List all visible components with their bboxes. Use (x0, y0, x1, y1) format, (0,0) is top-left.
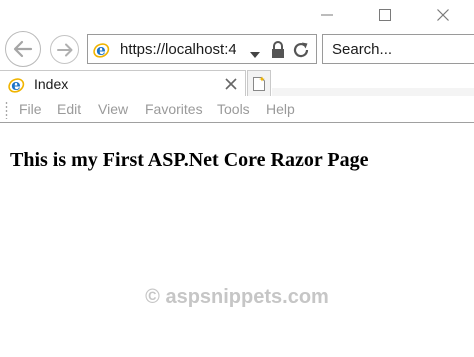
tab-title: Index (34, 76, 69, 92)
svg-text:e: e (96, 41, 106, 59)
address-dropdown-icon[interactable] (250, 46, 260, 64)
browser-window: e https://localhost:44 Search... e Index… (0, 0, 474, 357)
ie-logo-icon: e (92, 41, 110, 64)
back-button[interactable] (5, 31, 41, 67)
tab-strip-background (272, 88, 474, 96)
address-bar[interactable]: e https://localhost:44 (87, 34, 317, 64)
navigation-bar: e https://localhost:44 Search... (0, 30, 474, 68)
toolbar-grip[interactable] (5, 101, 8, 119)
tab-index[interactable]: e Index (0, 70, 246, 97)
menu-file[interactable]: File (19, 101, 42, 118)
title-bar (0, 0, 474, 30)
forward-button[interactable] (50, 35, 79, 64)
back-arrow-icon (13, 40, 33, 58)
menu-favorites[interactable]: Favorites (145, 101, 203, 118)
maximize-button[interactable] (356, 0, 414, 30)
svg-text:e: e (11, 76, 21, 94)
close-window-button[interactable] (414, 0, 472, 30)
menu-edit[interactable]: Edit (57, 101, 81, 118)
maximize-icon (379, 9, 391, 21)
forward-arrow-icon (56, 43, 72, 56)
refresh-icon[interactable] (291, 40, 311, 65)
new-tab-button[interactable] (247, 70, 271, 96)
menu-help[interactable]: Help (266, 101, 295, 118)
page-heading: This is my First ASP.Net Core Razor Page (10, 149, 369, 171)
minimize-icon (321, 14, 333, 16)
tab-strip: e Index (0, 68, 474, 97)
tab-close-button[interactable] (224, 77, 238, 91)
menu-view[interactable]: View (98, 101, 128, 118)
minimize-button[interactable] (298, 0, 356, 30)
search-input[interactable]: Search... (332, 41, 392, 59)
address-url[interactable]: https://localhost:44 (120, 41, 236, 59)
menu-bar: File Edit View Favorites Tools Help (0, 96, 474, 123)
new-tab-icon (253, 76, 265, 91)
menu-tools[interactable]: Tools (217, 101, 250, 118)
close-icon (225, 78, 237, 90)
lock-icon[interactable] (270, 40, 286, 65)
watermark: © aspsnippets.com (145, 286, 329, 308)
search-box[interactable]: Search... (322, 34, 474, 64)
page-content: This is my First ASP.Net Core Razor Page… (0, 123, 474, 357)
close-icon (437, 9, 449, 21)
